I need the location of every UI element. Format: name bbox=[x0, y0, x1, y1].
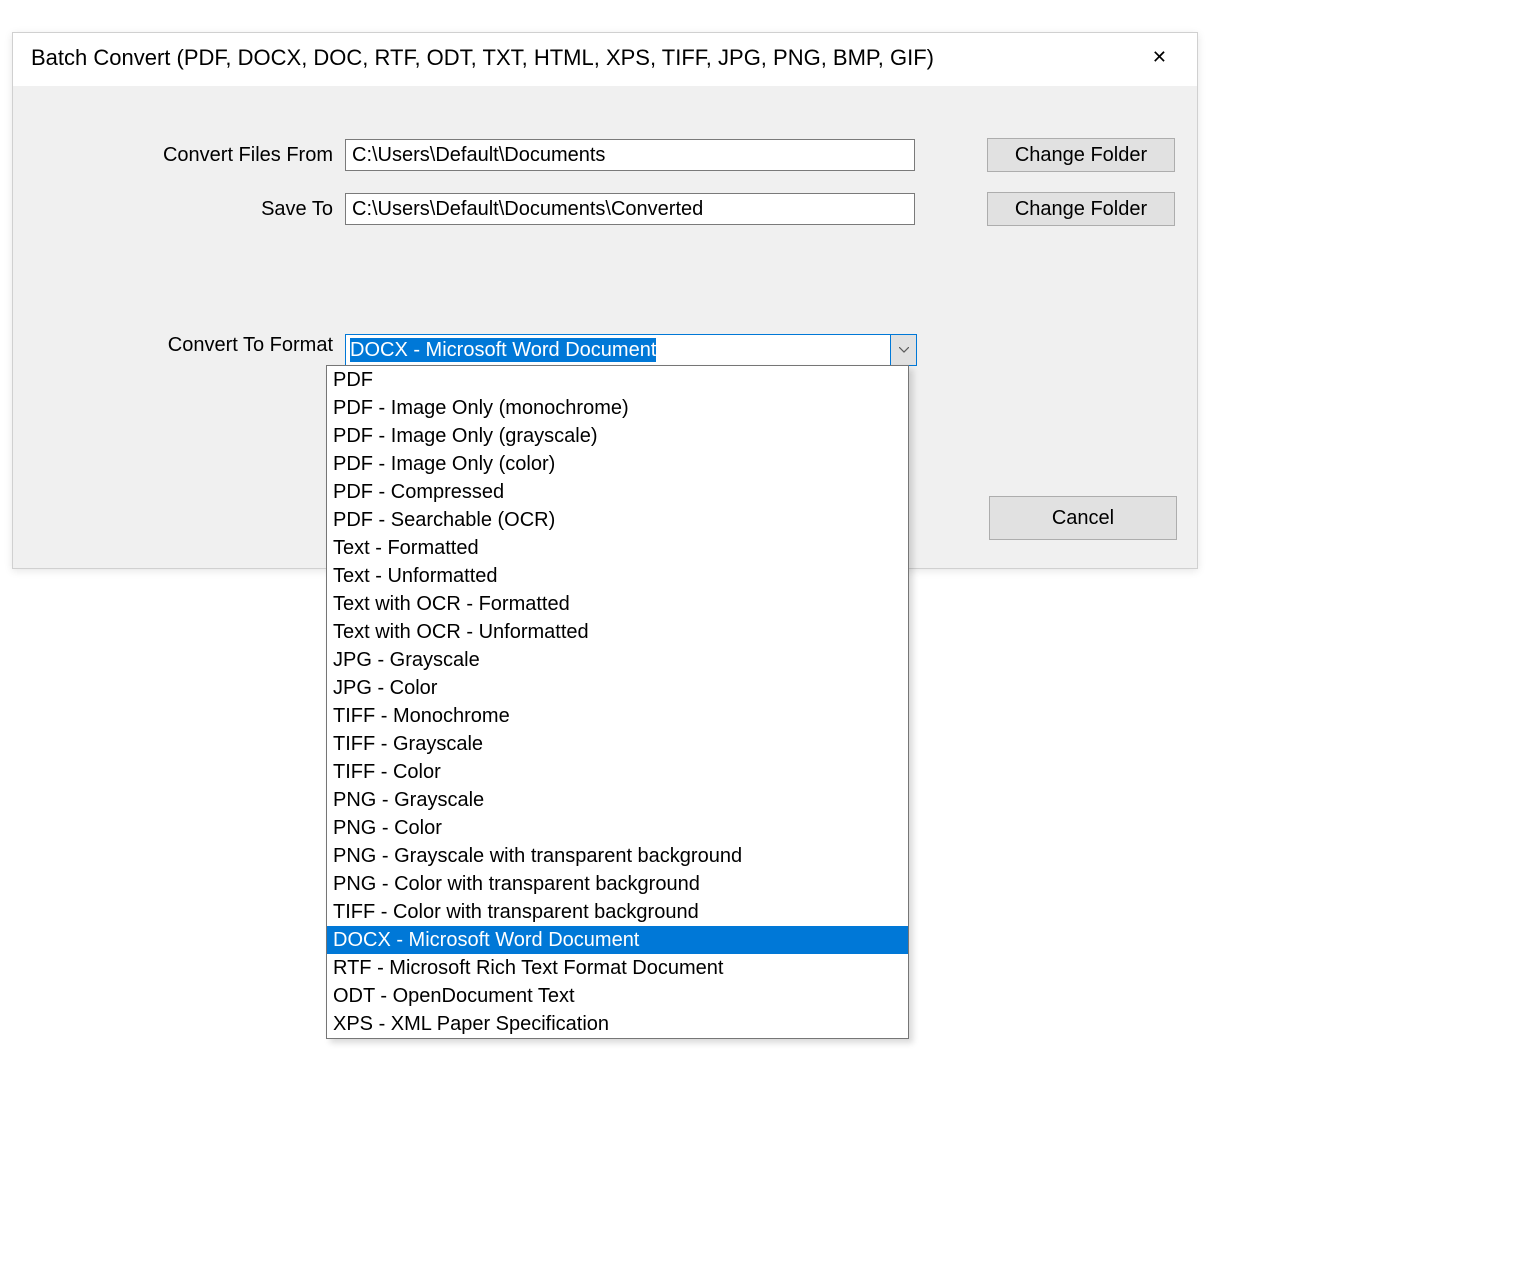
cancel-button[interactable]: Cancel bbox=[989, 496, 1177, 540]
format-option[interactable]: JPG - Grayscale bbox=[327, 646, 908, 674]
format-dropdown-list[interactable]: PDFPDF - Image Only (monochrome)PDF - Im… bbox=[326, 365, 909, 1039]
format-option[interactable]: Text - Formatted bbox=[327, 534, 908, 562]
format-option[interactable]: PDF - Searchable (OCR) bbox=[327, 506, 908, 534]
save-to-label: Save To bbox=[33, 198, 345, 221]
format-option[interactable]: RTF - Microsoft Rich Text Format Documen… bbox=[327, 954, 908, 982]
convert-to-label: Convert To Format bbox=[33, 334, 345, 357]
convert-to-row: Convert To Format DOCX - Microsoft Word … bbox=[33, 334, 1177, 366]
format-option[interactable]: PNG - Color bbox=[327, 814, 908, 842]
spacer bbox=[33, 246, 1177, 334]
format-option[interactable]: Text with OCR - Unformatted bbox=[327, 618, 908, 646]
title-bar: Batch Convert (PDF, DOCX, DOC, RTF, ODT,… bbox=[13, 33, 1197, 86]
format-option[interactable]: DOCX - Microsoft Word Document bbox=[327, 926, 908, 954]
format-option[interactable]: TIFF - Color bbox=[327, 758, 908, 786]
convert-from-input[interactable] bbox=[345, 139, 915, 171]
format-option[interactable]: PDF - Compressed bbox=[327, 478, 908, 506]
format-combo-container: DOCX - Microsoft Word Document bbox=[345, 334, 917, 366]
format-option[interactable]: XPS - XML Paper Specification bbox=[327, 1010, 908, 1038]
format-option[interactable]: TIFF - Color with transparent background bbox=[327, 898, 908, 926]
format-selected-value: DOCX - Microsoft Word Document bbox=[346, 337, 890, 364]
change-folder-to-button[interactable]: Change Folder bbox=[987, 192, 1175, 226]
close-icon[interactable]: ✕ bbox=[1140, 41, 1179, 74]
convert-from-row: Convert Files From Change Folder bbox=[33, 138, 1177, 172]
format-option[interactable]: PDF bbox=[327, 366, 908, 394]
save-to-input[interactable] bbox=[345, 193, 915, 225]
save-to-row: Save To Change Folder bbox=[33, 192, 1177, 226]
format-option[interactable]: TIFF - Monochrome bbox=[327, 702, 908, 730]
format-combobox[interactable]: DOCX - Microsoft Word Document bbox=[345, 334, 917, 366]
chevron-down-icon[interactable] bbox=[890, 335, 916, 365]
format-option[interactable]: PNG - Grayscale with transparent backgro… bbox=[327, 842, 908, 870]
format-option[interactable]: Text with OCR - Formatted bbox=[327, 590, 908, 618]
format-option[interactable]: ODT - OpenDocument Text bbox=[327, 982, 908, 1010]
format-option[interactable]: PDF - Image Only (monochrome) bbox=[327, 394, 908, 422]
format-option[interactable]: PDF - Image Only (grayscale) bbox=[327, 422, 908, 450]
convert-from-label: Convert Files From bbox=[33, 144, 345, 167]
format-option[interactable]: PNG - Grayscale bbox=[327, 786, 908, 814]
format-option[interactable]: PDF - Image Only (color) bbox=[327, 450, 908, 478]
change-folder-from-button[interactable]: Change Folder bbox=[987, 138, 1175, 172]
format-option[interactable]: JPG - Color bbox=[327, 674, 908, 702]
format-option[interactable]: TIFF - Grayscale bbox=[327, 730, 908, 758]
format-option[interactable]: Text - Unformatted bbox=[327, 562, 908, 590]
dialog-title: Batch Convert (PDF, DOCX, DOC, RTF, ODT,… bbox=[31, 45, 934, 71]
format-option[interactable]: PNG - Color with transparent background bbox=[327, 870, 908, 898]
